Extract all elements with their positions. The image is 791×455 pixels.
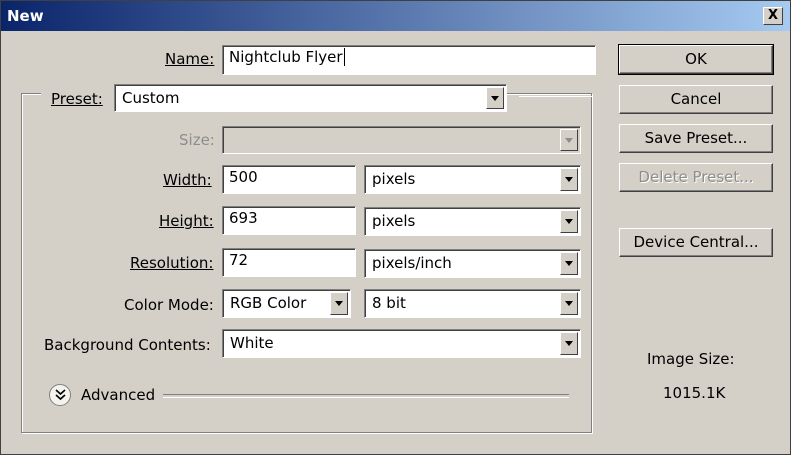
bit-depth-value: 8 bit bbox=[372, 294, 406, 312]
size-label: Size: bbox=[179, 131, 215, 149]
new-document-dialog: New X Name: Nightclub Flyer Preset: Cust… bbox=[0, 0, 791, 455]
resolution-label: Resolution: bbox=[130, 254, 213, 272]
preset-dropdown[interactable]: Custom bbox=[114, 84, 507, 112]
chevron-down-icon[interactable] bbox=[560, 252, 578, 275]
delete-preset-button: Delete Preset... bbox=[619, 163, 773, 192]
height-input[interactable]: 693 bbox=[222, 206, 356, 235]
height-value: 693 bbox=[229, 209, 258, 227]
double-chevron-down-icon bbox=[55, 389, 66, 401]
height-label: Height: bbox=[159, 212, 214, 230]
height-unit-dropdown[interactable]: pixels bbox=[364, 207, 581, 236]
background-contents-label: Background Contents: bbox=[44, 336, 211, 354]
width-input[interactable]: 500 bbox=[222, 165, 356, 194]
close-button[interactable]: X bbox=[763, 7, 783, 25]
close-icon: X bbox=[767, 8, 779, 23]
preset-label-text: Preset: bbox=[51, 90, 103, 108]
chevron-down-icon[interactable] bbox=[330, 292, 348, 315]
width-label-text: Width: bbox=[163, 171, 212, 189]
width-label: Width: bbox=[163, 171, 212, 189]
name-value: Nightclub Flyer bbox=[229, 48, 343, 66]
resolution-unit-dropdown[interactable]: pixels/inch bbox=[364, 249, 581, 278]
chevron-down-icon[interactable] bbox=[486, 87, 504, 109]
width-value: 500 bbox=[229, 168, 258, 186]
chevron-down-icon bbox=[560, 129, 578, 151]
color-mode-dropdown[interactable]: RGB Color bbox=[222, 289, 351, 318]
preset-value: Custom bbox=[122, 89, 180, 107]
cancel-button[interactable]: Cancel bbox=[619, 85, 773, 114]
width-unit-value: pixels bbox=[372, 170, 416, 188]
width-unit-dropdown[interactable]: pixels bbox=[364, 165, 581, 194]
color-mode-label-text: Color Mode: bbox=[124, 296, 214, 314]
title-bar[interactable]: New X bbox=[1, 1, 790, 31]
chevron-down-icon[interactable] bbox=[560, 292, 578, 315]
bit-depth-dropdown[interactable]: 8 bit bbox=[364, 289, 581, 318]
advanced-toggle[interactable] bbox=[49, 384, 71, 406]
name-input[interactable]: Nightclub Flyer bbox=[222, 45, 596, 75]
height-unit-value: pixels bbox=[372, 212, 416, 230]
name-label-text: Name: bbox=[165, 50, 215, 68]
chevron-down-icon[interactable] bbox=[560, 332, 578, 355]
color-mode-label: Color Mode: bbox=[124, 296, 214, 314]
ok-button[interactable]: OK bbox=[618, 44, 774, 75]
resolution-label-text: Resolution: bbox=[130, 254, 214, 272]
save-preset-button[interactable]: Save Preset... bbox=[619, 124, 773, 153]
advanced-label[interactable]: Advanced bbox=[81, 386, 155, 404]
background-contents-dropdown[interactable]: White bbox=[222, 329, 581, 358]
resolution-unit-value: pixels/inch bbox=[372, 254, 452, 272]
resolution-input[interactable]: 72 bbox=[222, 248, 356, 277]
window-title: New bbox=[7, 7, 44, 25]
size-dropdown bbox=[222, 126, 581, 154]
text-caret bbox=[343, 48, 345, 66]
image-size-value: 1015.1K bbox=[663, 384, 726, 402]
height-label-text: Height: bbox=[159, 212, 214, 230]
name-label: Name: bbox=[165, 50, 214, 68]
preset-group-border-right bbox=[519, 93, 592, 97]
background-contents-value: White bbox=[230, 334, 274, 352]
color-mode-value: RGB Color bbox=[230, 294, 307, 312]
resolution-value: 72 bbox=[229, 251, 249, 269]
chevron-down-icon[interactable] bbox=[560, 168, 578, 191]
device-central-button[interactable]: Device Central... bbox=[619, 228, 773, 257]
advanced-separator bbox=[163, 394, 569, 398]
preset-label: Preset: bbox=[51, 90, 103, 108]
background-contents-label-text: Background Contents: bbox=[44, 336, 211, 354]
image-size-label: Image Size: bbox=[647, 350, 735, 368]
chevron-down-icon[interactable] bbox=[560, 210, 578, 233]
